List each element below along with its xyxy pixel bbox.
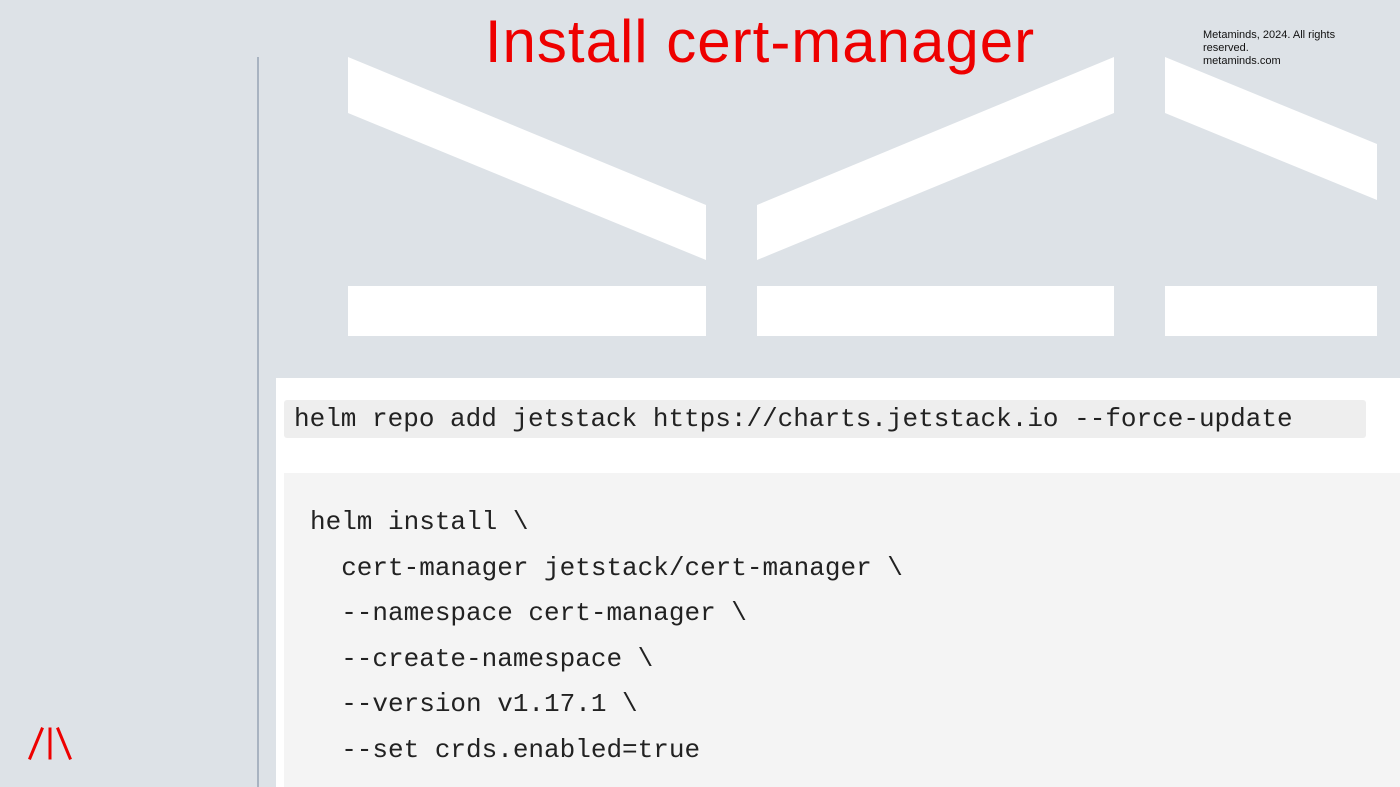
deco-bar-middle xyxy=(757,286,1114,336)
copyright-notice: Metaminds, 2024. All rights reserved. me… xyxy=(1203,29,1363,68)
code-panel: helm repo add jetstack https://charts.je… xyxy=(276,378,1400,787)
deco-chevron-right-arm xyxy=(757,57,1114,260)
slide-title: Install cert-manager xyxy=(484,8,1036,75)
code-line: helm install \ xyxy=(310,507,529,537)
deco-bar-left xyxy=(348,286,706,336)
copyright-website: metaminds.com xyxy=(1203,55,1281,67)
code-line: cert-manager jetstack/cert-manager \ xyxy=(310,552,903,583)
code-line: --set crds.enabled=true xyxy=(310,734,701,765)
code-line: --namespace cert-manager \ xyxy=(310,598,747,629)
helm-install-code-block: helm install \ cert-manager jetstack/cer… xyxy=(284,473,1400,787)
sidebar-divider xyxy=(257,57,259,787)
slide: Install cert-manager Metaminds, 2024. Al… xyxy=(0,0,1400,787)
deco-chevron-far-arm xyxy=(1165,57,1377,200)
code-line: --version v1.17.1 \ xyxy=(310,689,638,720)
metaminds-logo-icon xyxy=(28,727,72,760)
deco-bar-right xyxy=(1165,286,1377,336)
code-line: --create-namespace \ xyxy=(310,643,654,674)
copyright-line: Metaminds, 2024. All rights xyxy=(1203,29,1336,41)
helm-repo-command: helm repo add jetstack https://charts.je… xyxy=(284,400,1366,438)
copyright-line: reserved. xyxy=(1203,42,1249,54)
deco-chevron-left-arm xyxy=(348,57,706,260)
